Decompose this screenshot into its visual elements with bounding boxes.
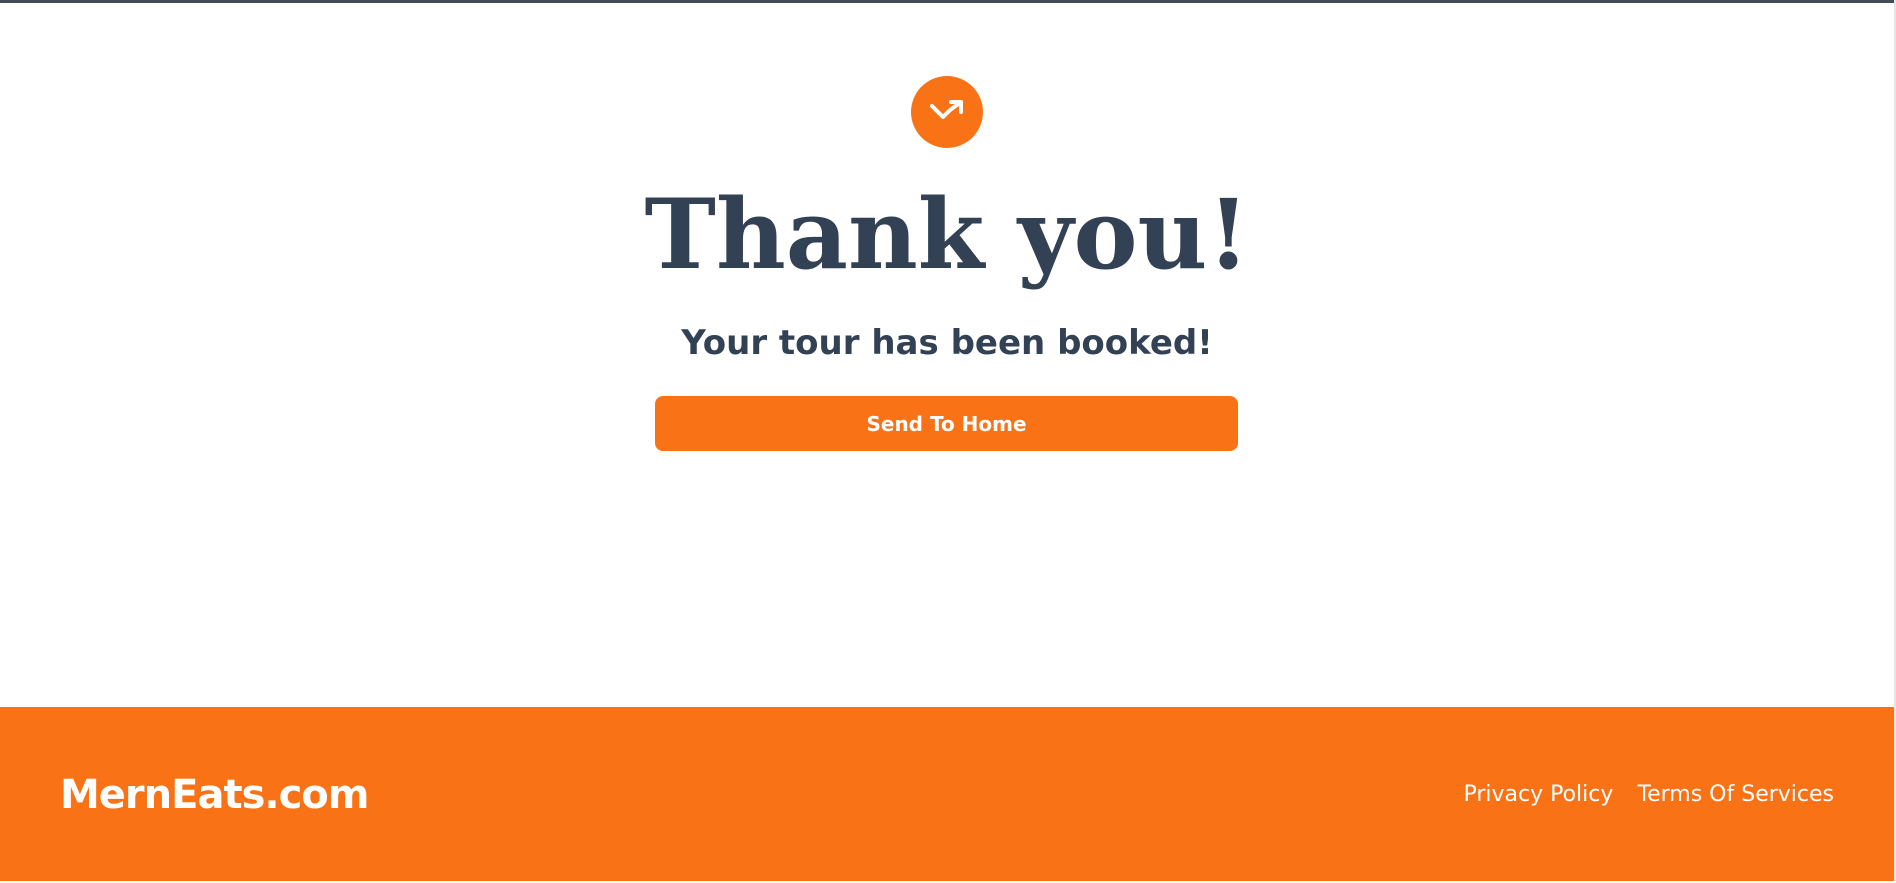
booking-confirmation-message: Your tour has been booked! — [681, 323, 1213, 363]
confirmation-section: Thank you! Your tour has been booked! Se… — [0, 3, 1894, 707]
site-footer: MernEats.com Privacy Policy Terms Of Ser… — [0, 707, 1894, 881]
arrow-trend-icon — [930, 100, 963, 119]
footer-nav: Privacy Policy Terms Of Services — [1463, 779, 1834, 811]
footer-logo[interactable]: MernEats.com — [60, 769, 369, 821]
terms-of-services-link[interactable]: Terms Of Services — [1637, 779, 1834, 811]
thank-you-title: Thank you! — [644, 178, 1250, 291]
privacy-policy-link[interactable]: Privacy Policy — [1463, 779, 1613, 811]
success-badge — [911, 76, 983, 148]
send-to-home-button[interactable]: Send To Home — [655, 396, 1238, 451]
